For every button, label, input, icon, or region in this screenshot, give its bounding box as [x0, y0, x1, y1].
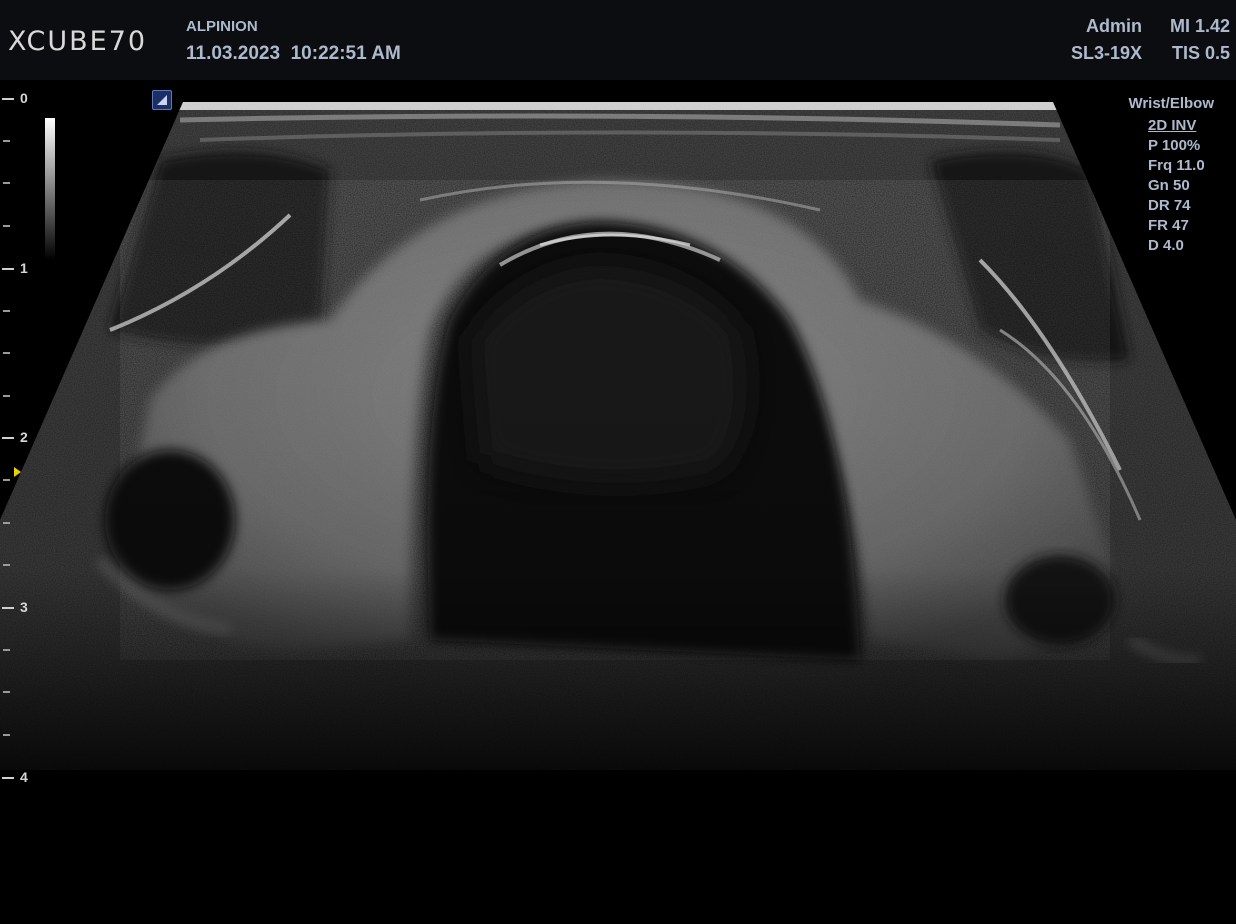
header-bar: XCUBE70 ALPINION 11.03.2023 10:22:51 AM … [0, 0, 1236, 80]
exam-datetime: 11.03.2023 10:22:51 AM [186, 43, 401, 64]
power-param: P 100% [1148, 137, 1201, 154]
dynamic-range-param: DR 74 [1148, 197, 1191, 214]
depth-tick [2, 437, 14, 439]
depth-tick [3, 479, 10, 481]
grayscale-bar [45, 118, 55, 260]
depth-label: 1 [20, 260, 28, 276]
probe-orientation-icon [152, 90, 172, 110]
imaging-parameters: 2D INV P 100% Frq 11.0 Gn 50 DR 74 FR 47… [1148, 116, 1205, 256]
depth-label: 4 [20, 769, 28, 785]
depth-tick [3, 649, 10, 651]
ultrasound-screen: XCUBE70 ALPINION 11.03.2023 10:22:51 AM … [0, 0, 1236, 924]
mechanical-index: MI 1.42 [1169, 16, 1230, 36]
depth-tick [3, 564, 10, 566]
depth-label: 3 [20, 599, 28, 615]
depth-tick [3, 225, 10, 227]
frame-rate-param: FR 47 [1148, 217, 1189, 234]
depth-tick [3, 352, 10, 354]
thermal-index: TIS 0.5 [1171, 43, 1230, 63]
focus-marker-icon[interactable] [14, 467, 21, 477]
depth-tick [3, 522, 10, 524]
depth-tick [3, 691, 10, 693]
depth-tick [3, 140, 10, 142]
depth-tick [2, 98, 14, 100]
depth-tick [2, 607, 14, 609]
depth-label: 0 [20, 90, 28, 106]
depth-tick [3, 310, 10, 312]
preset-name: Wrist/Elbow [1128, 95, 1214, 112]
ultrasound-image [0, 102, 1236, 770]
depth-tick [3, 395, 10, 397]
user-name: Admin [1086, 16, 1142, 36]
depth-tick [2, 777, 14, 779]
depth-tick [3, 182, 10, 184]
probe-name: SL3-19X [1070, 43, 1142, 63]
hospital-name: ALPINION [186, 18, 258, 35]
frequency-param: Frq 11.0 [1148, 157, 1205, 174]
depth-tick [2, 268, 14, 270]
system-logo: XCUBE70 [8, 26, 148, 57]
depth-scale: 0 1 2 3 4 [0, 88, 40, 808]
gain-param: Gn 50 [1148, 177, 1190, 194]
depth-label: 2 [20, 429, 28, 445]
depth-param: D 4.0 [1148, 237, 1184, 254]
depth-tick [3, 734, 10, 736]
imaging-mode: 2D INV [1148, 117, 1197, 134]
